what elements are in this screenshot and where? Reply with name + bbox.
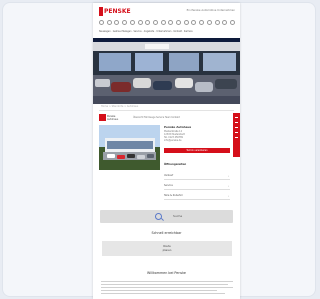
- brand-icon[interactable]: [168, 20, 174, 25]
- chevron-down-icon: ›: [227, 194, 229, 198]
- dealer-brand: Penske Autohaus: [107, 115, 118, 121]
- brand-icon[interactable]: [191, 20, 197, 25]
- dealer-brand-line2: Autohaus: [107, 118, 119, 121]
- accordion-item[interactable]: Service ›: [164, 183, 230, 190]
- accordion-item[interactable]: Verkauf ›: [164, 173, 230, 180]
- mail-icon[interactable]: [235, 122, 238, 123]
- web-page: PENSKE Ein Penske Automotive Unternehmen…: [93, 3, 240, 299]
- brand-icon[interactable]: [229, 20, 235, 25]
- brand-icon[interactable]: [222, 20, 228, 25]
- route-button-line2: planen: [162, 249, 172, 252]
- brand-icon[interactable]: [206, 20, 212, 25]
- accordion-item[interactable]: Teile & Zubehör ›: [164, 193, 230, 200]
- logo-text: PENSKE: [104, 8, 131, 15]
- dealer-tabs[interactable]: Übersicht Fahrzeuge Service Team Kontakt: [133, 116, 233, 119]
- brand-icon[interactable]: [152, 20, 158, 25]
- brand-icon[interactable]: [137, 20, 143, 25]
- search-icon: [155, 213, 162, 220]
- side-contact-bar[interactable]: [233, 113, 240, 157]
- brand-icon[interactable]: [199, 20, 205, 25]
- breadcrumb[interactable]: Home > Standorte > Autohaus: [101, 105, 138, 108]
- brand-icon[interactable]: [145, 20, 151, 25]
- divider: [99, 110, 234, 111]
- brand-icon-row: [99, 20, 235, 25]
- calendar-icon[interactable]: [235, 127, 238, 128]
- brand-icon[interactable]: [99, 20, 104, 25]
- chevron-down-icon: ›: [227, 184, 229, 188]
- welcome-paragraph: [101, 281, 233, 296]
- search-button[interactable]: Suche: [100, 210, 233, 223]
- location-info: Penske Autohaus Musterstraße 12 12345 Mu…: [164, 125, 230, 142]
- route-button-line1: Route: [163, 245, 171, 248]
- chat-icon[interactable]: [235, 137, 238, 138]
- brand-icon[interactable]: [214, 20, 220, 25]
- brand-icon[interactable]: [114, 20, 120, 25]
- opening-hours-title: Öffnungszeiten: [164, 163, 187, 166]
- section-heading: Schnell erreichbar: [151, 231, 182, 235]
- location-heading: Penske Autohaus: [164, 125, 192, 129]
- accordion-label: Teile & Zubehör: [164, 194, 183, 197]
- search-label: Suche: [173, 214, 183, 218]
- logo-mark-icon: [99, 7, 103, 16]
- brand-icon[interactable]: [160, 20, 166, 25]
- accordion-label: Verkauf: [164, 174, 174, 177]
- dealer-logo-icon[interactable]: [99, 114, 106, 121]
- brand-icon[interactable]: [122, 20, 128, 25]
- route-button[interactable]: Route planen: [102, 241, 232, 256]
- brand-icon[interactable]: [176, 20, 182, 25]
- main-nav[interactable]: Neuwagen · Gebrauchtwagen · Service · An…: [99, 30, 235, 33]
- brand-icon[interactable]: [183, 20, 189, 25]
- email-line[interactable]: info@penske.de: [164, 139, 230, 142]
- hero-image: [93, 38, 240, 104]
- top-right-text[interactable]: Ein Penske Automotive Unternehmen: [187, 9, 235, 12]
- dealership-photo: [99, 125, 160, 170]
- welcome-heading: Willkommen bei Penske: [147, 271, 186, 275]
- chevron-down-icon: ›: [227, 174, 229, 178]
- brand-icon[interactable]: [129, 20, 135, 25]
- location-icon[interactable]: [235, 132, 238, 133]
- appointment-button[interactable]: Termin vereinbaren: [164, 148, 230, 153]
- phone-icon[interactable]: [235, 117, 238, 118]
- brand-icon[interactable]: [106, 20, 112, 25]
- accordion-label: Service: [164, 184, 173, 187]
- logo[interactable]: PENSKE: [99, 7, 131, 16]
